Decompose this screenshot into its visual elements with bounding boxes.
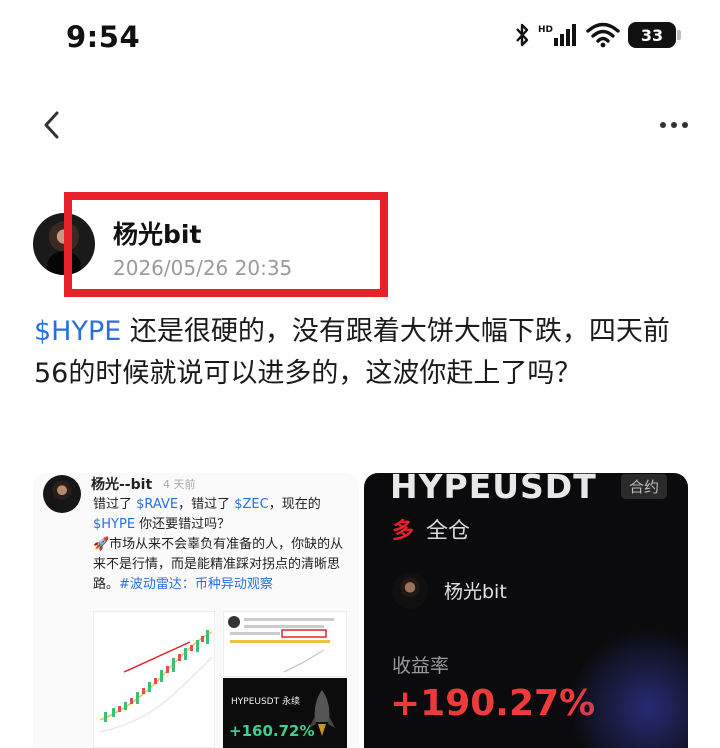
embedded-quote-thumbnail xyxy=(223,611,347,677)
embedded-time: 4 天前 xyxy=(163,478,196,491)
position-side: 多 xyxy=(392,519,415,544)
bluetooth-icon xyxy=(516,23,529,47)
battery-icon: 33 xyxy=(628,22,681,48)
pnl-label: 收益率 xyxy=(392,655,450,677)
candlestick-graphic xyxy=(99,630,213,733)
ticker-link[interactable]: $HYPE xyxy=(34,316,121,347)
embedded-price-chart xyxy=(93,611,215,748)
contract-badge: 合约 xyxy=(621,474,668,499)
embedded-card-pnl: +160.72% xyxy=(229,722,315,740)
rocket-icon xyxy=(309,690,335,736)
embedded-avatar xyxy=(43,475,81,513)
nav-bar xyxy=(0,95,720,155)
status-icons: HD 33 xyxy=(514,22,681,48)
chevron-left-icon xyxy=(44,111,59,139)
embedded-author: 杨光--bit xyxy=(91,477,153,493)
status-bar: 9:54 HD 33 xyxy=(0,0,720,78)
red-highlight-box xyxy=(64,192,388,297)
post-image-left[interactable]: 杨光--bit 4 天前 错过了 $RAVE，错过了 $ZEC，现在的 $HYP… xyxy=(33,473,359,748)
embedded-pnl-card: HYPEUSDT 永续 +160.72% xyxy=(223,678,347,748)
margin-mode: 全仓 xyxy=(426,519,471,544)
post-image-right[interactable]: HYPEUSDT 合约 多 全仓 杨光bit 收益率 +190.27% xyxy=(364,473,688,748)
post-text: 还是很硬的，没有跟着大饼大幅下跌，四天前56的时候就说可以进多的，这波你赶上了吗… xyxy=(34,316,670,389)
post-body: $HYPE 还是很硬的，没有跟着大饼大幅下跌，四天前56的时候就说可以进多的，这… xyxy=(34,311,684,395)
status-time: 9:54 xyxy=(66,20,141,54)
trader-name: 杨光bit xyxy=(444,581,507,603)
trade-symbol: HYPEUSDT xyxy=(390,473,597,506)
trader-avatar xyxy=(392,573,428,609)
pnl-value: +190.27% xyxy=(390,683,596,724)
wifi-icon xyxy=(586,22,620,48)
back-button[interactable] xyxy=(32,105,72,145)
embedded-card-title: HYPEUSDT 永续 xyxy=(231,697,300,707)
more-horizontal-icon xyxy=(660,122,666,128)
more-options-button[interactable] xyxy=(652,105,696,145)
embedded-text: 错过了 $RAVE，错过了 $ZEC，现在的 $HYPE 你还要错过吗？ 🚀市场… xyxy=(93,497,344,592)
network-label: HD xyxy=(538,25,553,35)
cellular-signal-icon: HD xyxy=(538,24,576,46)
